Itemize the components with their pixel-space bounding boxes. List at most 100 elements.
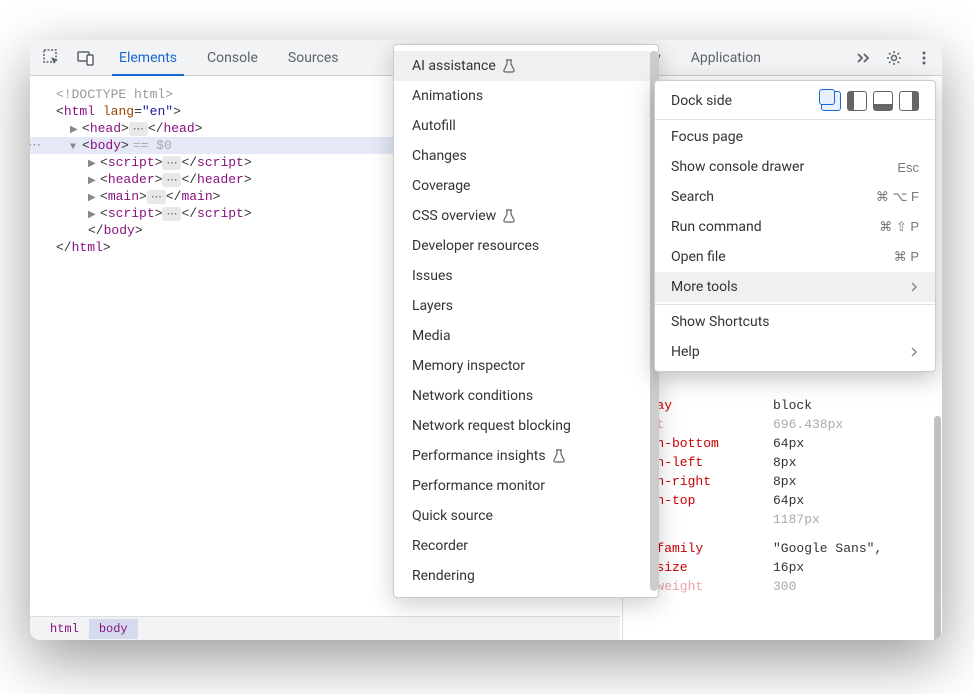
tab-label: Application — [691, 50, 761, 66]
tab-label: Sources — [288, 50, 339, 66]
tab-sources[interactable]: Sources — [273, 40, 354, 76]
flask-icon — [502, 209, 516, 223]
crumb-html[interactable]: html — [40, 619, 89, 639]
style-value: block — [773, 398, 812, 413]
expand-icon[interactable] — [88, 172, 98, 187]
submenu-item-label: Rendering — [412, 568, 475, 584]
submenu-item-label: Layers — [412, 298, 453, 314]
style-row[interactable]: rgin-top64px — [633, 491, 942, 510]
submenu-item[interactable]: CSS overview — [394, 201, 658, 231]
submenu-item-label: Issues — [412, 268, 453, 284]
style-value: 1187px — [773, 512, 820, 527]
tab-application[interactable]: Application — [676, 40, 776, 76]
selected-indicator-icon: ⋯ — [30, 138, 40, 153]
style-value: 16px — [773, 560, 804, 575]
kebab-menu-item[interactable]: Show Shortcuts — [655, 307, 935, 337]
style-value: 8px — [773, 455, 796, 470]
dock-left-icon[interactable] — [847, 91, 867, 111]
style-row[interactable]: dth1187px — [633, 510, 942, 529]
kebab-menu-item[interactable]: Run command⌘ ⇧ P — [655, 212, 935, 242]
ellipsis-icon[interactable]: ⋯ — [129, 122, 148, 136]
more-tabs-icon[interactable] — [850, 44, 878, 72]
submenu-item-label: Developer resources — [412, 238, 539, 254]
breadcrumb: html body — [30, 616, 620, 640]
style-row[interactable]: ight696.438px — [633, 415, 942, 434]
style-row[interactable]: rgin-bottom64px — [633, 434, 942, 453]
settings-icon[interactable] — [880, 44, 908, 72]
style-row[interactable]: nt-family"Google Sans", — [633, 539, 942, 558]
tab-console[interactable]: Console — [192, 40, 273, 76]
submenu-item-label: Recorder — [412, 538, 468, 554]
submenu-item[interactable]: Memory inspector — [394, 351, 658, 381]
kebab-item-label: Show console drawer — [671, 159, 804, 175]
expand-icon[interactable] — [88, 155, 98, 170]
submenu-item[interactable]: Performance insights — [394, 441, 658, 471]
keyboard-shortcut: ⌘ ⌥ F — [876, 189, 919, 205]
ellipsis-icon[interactable]: ⋯ — [162, 173, 181, 187]
submenu-item[interactable]: Autofill — [394, 111, 658, 141]
style-value: 8px — [773, 474, 796, 489]
submenu-item-label: CSS overview — [412, 208, 496, 224]
style-row[interactable]: splayblock — [633, 396, 942, 415]
dock-side-label: Dock side — [671, 93, 732, 109]
expand-icon[interactable] — [88, 206, 98, 221]
submenu-item[interactable]: Changes — [394, 141, 658, 171]
submenu-item[interactable]: Developer resources — [394, 231, 658, 261]
kebab-menu-item[interactable]: Help — [655, 337, 935, 367]
submenu-item[interactable]: Layers — [394, 291, 658, 321]
dock-bottom-icon[interactable] — [873, 91, 893, 111]
submenu-item[interactable]: Rendering — [394, 561, 658, 591]
submenu-item[interactable]: Animations — [394, 81, 658, 111]
submenu-item[interactable]: Recorder — [394, 531, 658, 561]
style-row[interactable]: rgin-right8px — [633, 472, 942, 491]
kebab-menu-item[interactable]: Search ⌘ ⌥ F — [655, 182, 935, 212]
chevron-right-icon — [909, 347, 919, 357]
submenu-item[interactable]: Media — [394, 321, 658, 351]
kebab-item-label: Open file — [671, 249, 726, 265]
submenu-item[interactable]: Network conditions — [394, 381, 658, 411]
kebab-menu-item[interactable]: More tools — [655, 272, 935, 302]
kebab-menu-item[interactable]: Show console drawerEsc — [655, 152, 935, 182]
submenu-item[interactable]: Quick source — [394, 501, 658, 531]
expand-icon[interactable] — [88, 189, 98, 204]
devtools-window: Elements Console Sources emory Applicati… — [30, 40, 942, 640]
kebab-menu-item[interactable]: Open file ⌘ P — [655, 242, 935, 272]
submenu-item[interactable]: AI assistance — [394, 51, 658, 81]
dock-right-icon[interactable] — [899, 91, 919, 111]
crumb-body[interactable]: body — [89, 619, 138, 639]
kebab-menu-item[interactable]: Focus page — [655, 122, 935, 152]
tab-elements[interactable]: Elements — [104, 40, 192, 76]
submenu-item[interactable]: Network request blocking — [394, 411, 658, 441]
submenu-item-label: Changes — [412, 148, 467, 164]
ellipsis-icon[interactable]: ⋯ — [147, 190, 166, 204]
ellipsis-icon[interactable]: ⋯ — [162, 156, 181, 170]
submenu-item-label: Coverage — [412, 178, 470, 194]
submenu-item-label: Memory inspector — [412, 358, 525, 374]
device-toolbar-icon[interactable] — [72, 44, 100, 72]
style-value: 64px — [773, 493, 804, 508]
submenu-item[interactable]: Performance monitor — [394, 471, 658, 501]
expand-icon[interactable] — [70, 121, 80, 136]
tab-label: Console — [207, 50, 258, 66]
kebab-item-label: Show Shortcuts — [671, 314, 770, 330]
style-row[interactable]: nt-weight300 — [633, 577, 942, 596]
flask-icon — [502, 59, 516, 73]
dock-side-row: Dock side — [655, 85, 935, 117]
kebab-menu-icon[interactable] — [910, 44, 938, 72]
submenu-item[interactable]: Issues — [394, 261, 658, 291]
kebab-item-label: Search — [671, 189, 714, 205]
style-row[interactable]: nt-size16px — [633, 558, 942, 577]
submenu-item-label: AI assistance — [412, 58, 496, 74]
scrollbar-thumb[interactable] — [934, 416, 941, 640]
keyboard-shortcut: ⌘ P — [894, 249, 919, 265]
style-value: 300 — [773, 579, 796, 594]
style-row[interactable]: rgin-left8px — [633, 453, 942, 472]
submenu-item[interactable]: Coverage — [394, 171, 658, 201]
inspect-icon[interactable] — [38, 44, 66, 72]
kebab-item-label: More tools — [671, 279, 738, 295]
dock-undock-icon[interactable] — [821, 91, 841, 111]
expand-icon[interactable] — [70, 138, 80, 153]
ellipsis-icon[interactable]: ⋯ — [162, 207, 181, 221]
menu-divider — [655, 119, 935, 120]
flask-icon — [552, 449, 566, 463]
